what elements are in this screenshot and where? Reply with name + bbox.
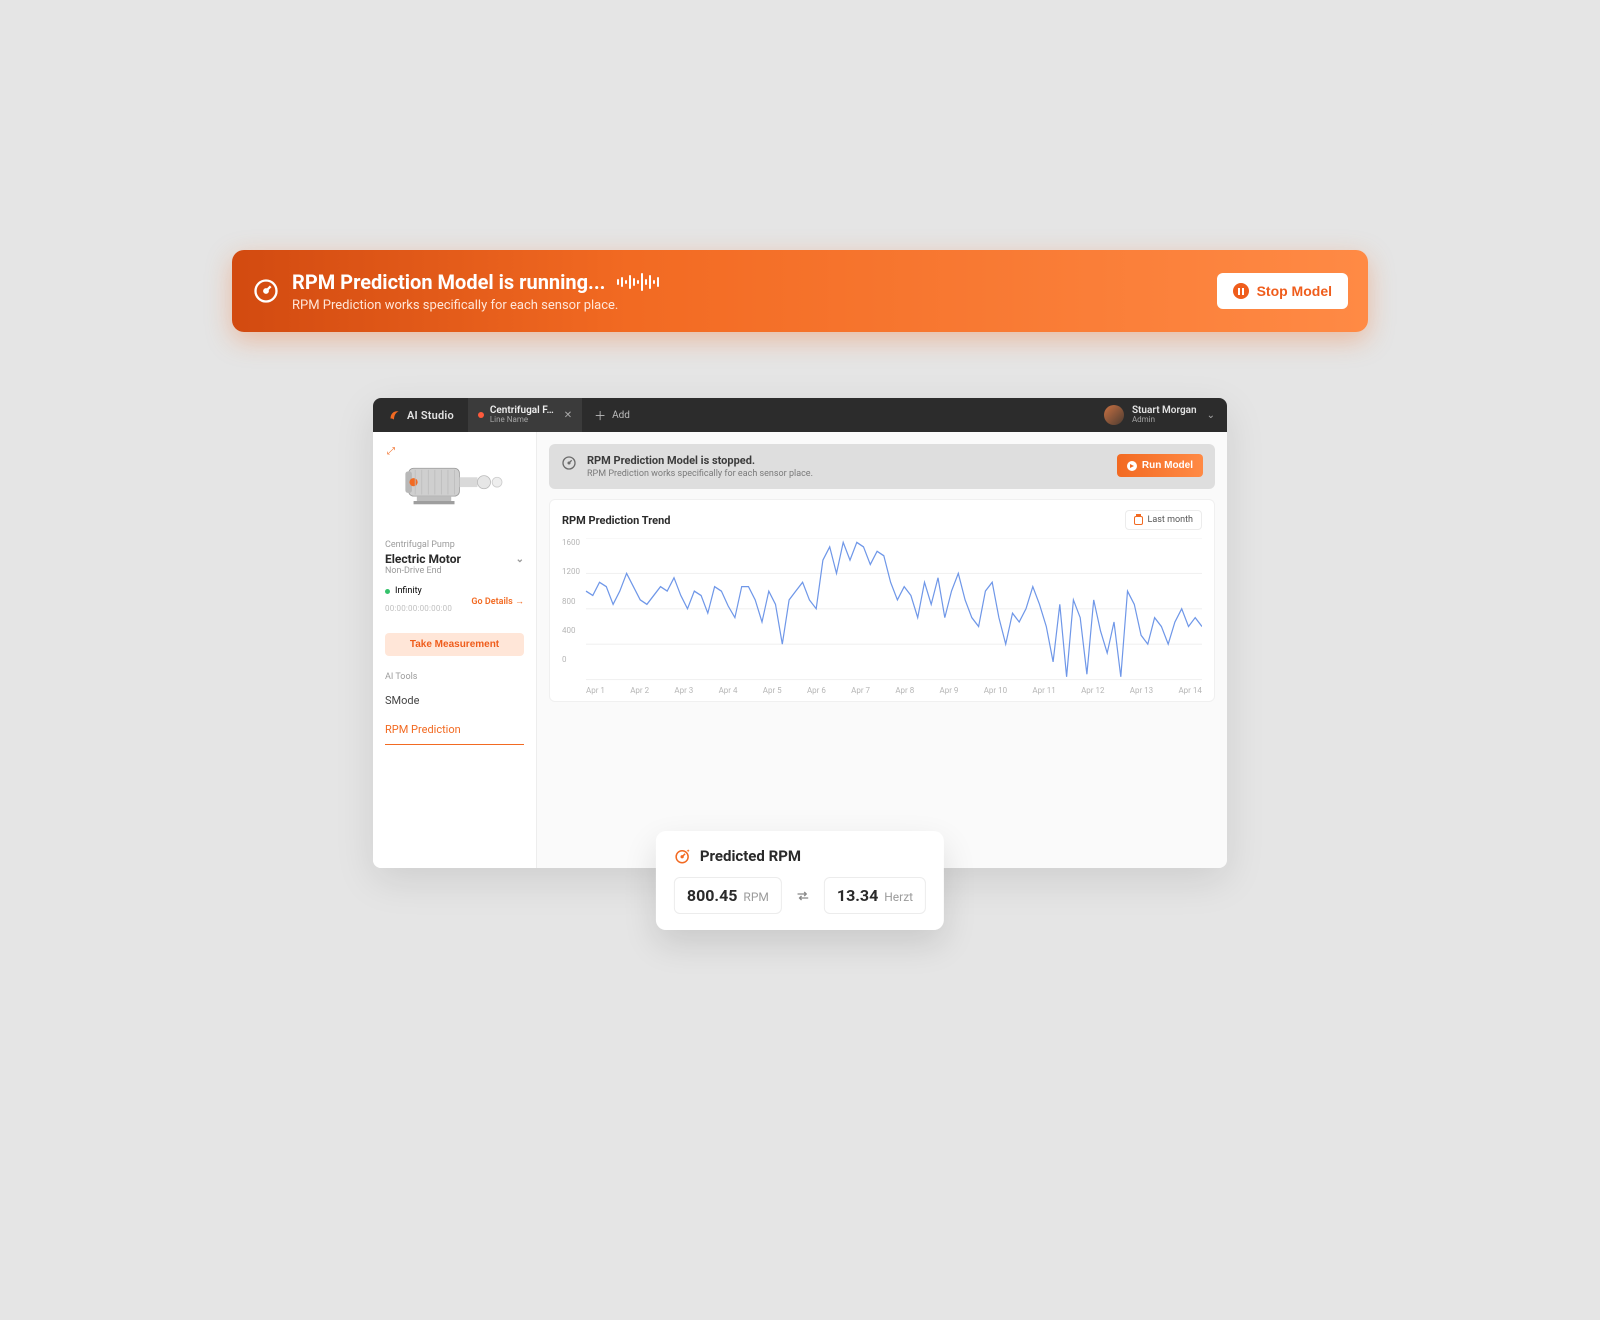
timecode: 00:00:00:00:00:00 <box>385 604 452 613</box>
asset-name: Electric Motor <box>385 552 461 566</box>
x-tick: Apr 8 <box>895 686 914 695</box>
chevron-down-icon: ⌄ <box>1207 410 1215 421</box>
x-tick: Apr 6 <box>807 686 826 695</box>
model-status-card: RPM Prediction Model is stopped. RPM Pre… <box>549 444 1215 489</box>
take-measurement-button[interactable]: Take Measurement <box>385 633 524 656</box>
motor-illustration-icon <box>389 448 520 518</box>
main-panel: RPM Prediction Model is stopped. RPM Pre… <box>537 432 1227 868</box>
x-tick: Apr 14 <box>1178 686 1201 695</box>
banner-subtitle: RPM Prediction works specifically for ea… <box>292 298 659 313</box>
tab-centrifugal[interactable]: Centrifugal F… Line Name ✕ <box>468 398 582 432</box>
x-tick: Apr 7 <box>851 686 870 695</box>
tab-close-icon[interactable]: ✕ <box>564 410 572 421</box>
predicted-hz-unit: Herzt <box>884 890 913 904</box>
line-chart: 1600 1200 800 400 0 <box>562 538 1202 684</box>
status-label: Infinity <box>395 586 422 596</box>
asset-type: Centrifugal Pump <box>385 540 524 550</box>
run-model-button[interactable]: Run Model <box>1117 454 1203 477</box>
predicted-hz-metric: 13.34 Herzt <box>824 877 926 914</box>
y-tick: 1200 <box>562 567 580 576</box>
plus-icon: ＋ <box>594 407 606 424</box>
asset-sub: Non-Drive End <box>385 566 524 576</box>
sidebar: ⤢ Centrifugal Pump <box>373 432 537 868</box>
chart-card: RPM Prediction Trend Last month 1600 1200… <box>549 499 1215 702</box>
sidebar-item-rpm-prediction[interactable]: RPM Prediction <box>385 715 524 745</box>
go-details-link[interactable]: Go Details → <box>471 596 524 607</box>
y-tick: 400 <box>562 626 580 635</box>
predicted-rpm-unit: RPM <box>743 890 768 904</box>
waveform-icon <box>617 271 659 293</box>
date-range-button[interactable]: Last month <box>1125 510 1202 530</box>
swap-icon[interactable] <box>794 887 812 905</box>
x-tick: Apr 2 <box>630 686 649 695</box>
avatar <box>1104 405 1124 425</box>
predicted-hz-value: 13.34 <box>837 886 878 905</box>
gauge-icon <box>561 455 577 471</box>
sidebar-section-label: AI Tools <box>373 668 536 686</box>
brand-text: AI Studio <box>407 409 454 422</box>
gauge-icon <box>252 277 280 305</box>
model-running-banner: RPM Prediction Model is running... RPM P… <box>232 250 1368 332</box>
play-icon <box>1127 461 1137 471</box>
brand-logo-icon <box>387 408 401 422</box>
chart-title: RPM Prediction Trend <box>562 514 670 527</box>
asset-image-card: ⤢ <box>383 442 526 528</box>
brand[interactable]: AI Studio <box>373 408 468 422</box>
gauge-sparkle-icon <box>674 847 692 865</box>
tab-subtitle: Line Name <box>490 416 554 425</box>
x-tick: Apr 10 <box>984 686 1007 695</box>
stop-model-label: Stop Model <box>1257 283 1332 299</box>
x-tick: Apr 1 <box>586 686 605 695</box>
titlebar: AI Studio Centrifugal F… Line Name ✕ ＋ A… <box>373 398 1227 432</box>
user-menu[interactable]: Stuart Morgan Admin ⌄ <box>1104 405 1227 425</box>
calendar-icon <box>1134 516 1143 525</box>
banner-title: RPM Prediction Model is running... <box>292 270 605 294</box>
status-dot-icon <box>478 412 484 418</box>
sidebar-item-smode[interactable]: SMode <box>373 686 536 715</box>
x-tick: Apr 12 <box>1081 686 1104 695</box>
run-model-label: Run Model <box>1142 460 1193 471</box>
date-range-label: Last month <box>1148 515 1193 525</box>
app-window: AI Studio Centrifugal F… Line Name ✕ ＋ A… <box>373 398 1227 868</box>
pause-icon <box>1233 283 1249 299</box>
status-dot-icon <box>385 589 390 594</box>
user-role: Admin <box>1132 416 1197 425</box>
expand-icon[interactable]: ⤢ <box>387 446 395 457</box>
x-tick: Apr 4 <box>719 686 738 695</box>
add-tab-button[interactable]: ＋ Add <box>582 407 642 424</box>
status-subtitle: RPM Prediction works specifically for ea… <box>587 469 813 479</box>
y-tick: 1600 <box>562 538 580 547</box>
predicted-heading: Predicted RPM <box>700 847 801 865</box>
x-tick: Apr 5 <box>763 686 782 695</box>
x-tick: Apr 13 <box>1130 686 1153 695</box>
status-title: RPM Prediction Model is stopped. <box>587 454 813 467</box>
x-tick: Apr 11 <box>1032 686 1055 695</box>
predicted-rpm-value: 800.45 <box>687 886 738 905</box>
predicted-rpm-metric: 800.45 RPM <box>674 877 782 914</box>
x-tick: Apr 3 <box>674 686 693 695</box>
asset-name-row[interactable]: Electric Motor ⌄ <box>385 552 524 566</box>
y-tick: 800 <box>562 597 580 606</box>
chevron-down-icon: ⌄ <box>516 554 524 565</box>
y-tick: 0 <box>562 655 580 664</box>
stop-model-button[interactable]: Stop Model <box>1217 273 1348 309</box>
x-tick: Apr 9 <box>940 686 959 695</box>
predicted-rpm-card: Predicted RPM 800.45 RPM 13.34 Herzt <box>656 831 944 930</box>
add-tab-label: Add <box>612 410 630 421</box>
status-row: Infinity <box>385 586 524 596</box>
